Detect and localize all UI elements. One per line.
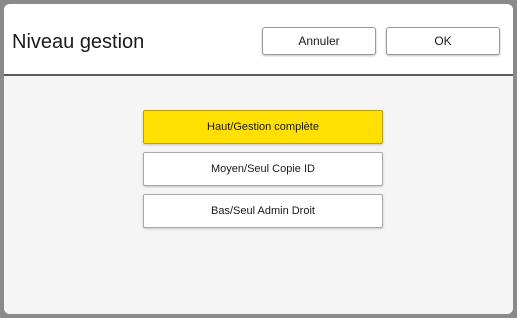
screen-frame: Niveau gestion Annuler OK Haut/Gestion c… — [0, 0, 517, 318]
option-medium-copy-id-only[interactable]: Moyen/Seul Copie ID — [143, 152, 383, 186]
dialog-title: Niveau gestion — [12, 31, 145, 53]
cancel-button[interactable]: Annuler — [262, 27, 376, 55]
ok-button[interactable]: OK — [386, 27, 500, 55]
management-level-dialog: Niveau gestion Annuler OK Haut/Gestion c… — [4, 4, 513, 314]
option-low-admin-rights-only[interactable]: Bas/Seul Admin Droit — [143, 194, 383, 228]
dialog-header: Niveau gestion Annuler OK — [4, 4, 513, 74]
dialog-body: Haut/Gestion complète Moyen/Seul Copie I… — [4, 76, 513, 314]
option-high-full-management[interactable]: Haut/Gestion complète — [143, 110, 383, 144]
